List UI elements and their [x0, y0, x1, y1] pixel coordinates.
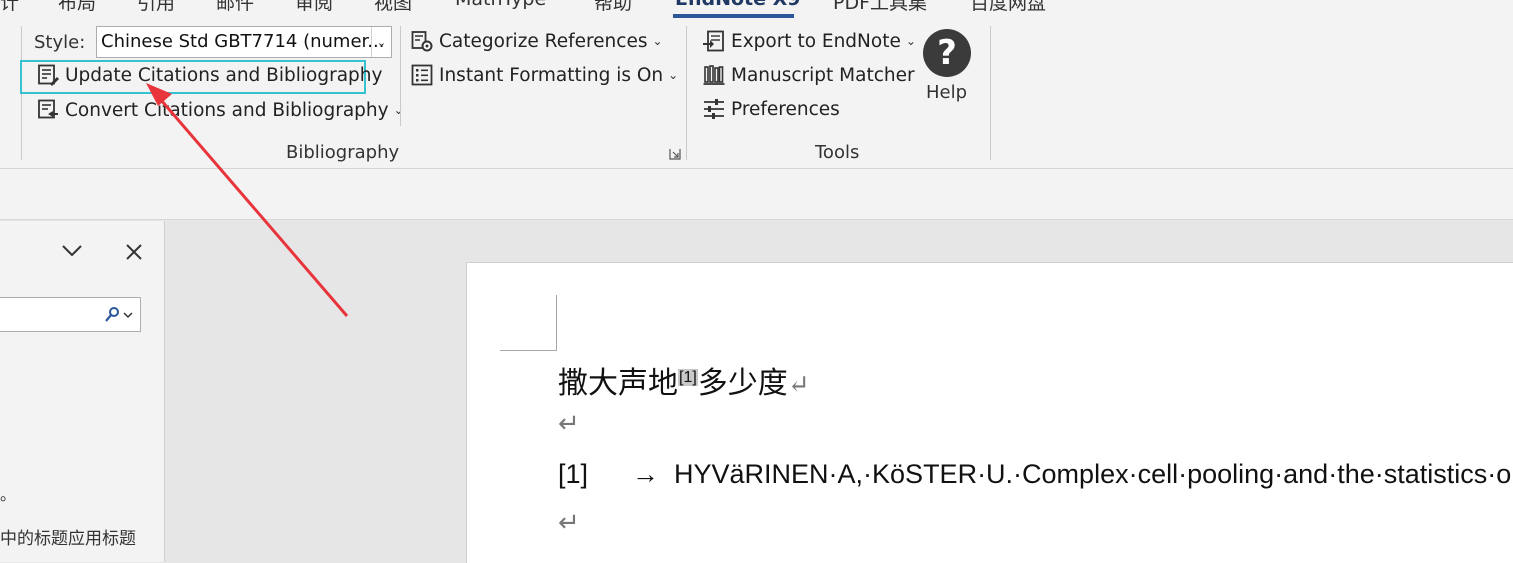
chevron-down-icon[interactable]: ⌄	[371, 27, 391, 57]
navigation-pane: 。 中的标题应用标题	[0, 221, 165, 562]
update-citations-label: Update Citations and Bibliography	[65, 64, 383, 86]
citation-field[interactable]: [1]	[678, 369, 698, 386]
paragraph-mark: ↵	[787, 370, 810, 400]
active-tab-indicator	[673, 14, 794, 18]
categorize-references-label: Categorize References	[439, 30, 648, 52]
categorize-references-button[interactable]: Categorize References ⌄	[411, 30, 663, 52]
export-to-endnote-label: Export to EndNote	[731, 30, 901, 52]
search-icon[interactable]	[103, 306, 133, 324]
chevron-down-icon: ⌄	[905, 34, 916, 48]
tab-baidu-netdisk[interactable]: 百度网盘	[970, 0, 1046, 15]
style-value: Chinese Std GBT7714 (numer...	[101, 31, 385, 52]
tab-arrow-mark: →	[632, 459, 659, 489]
reference-text: HYVäRINEN·A,·KöSTER·U.·Complex·cell·pool…	[674, 459, 1512, 489]
dialog-launcher-icon[interactable]	[669, 148, 681, 160]
chevron-down-icon: ⌄	[668, 68, 679, 82]
instant-formatting-button[interactable]: Instant Formatting is On ⌄	[411, 64, 678, 86]
convert-citations-label: Convert Citations and Bibliography	[65, 99, 389, 121]
ribbon-collapsed-area	[0, 169, 1513, 220]
document-paragraph[interactable]: 撒大声地[1]多少度↵	[558, 358, 810, 402]
export-icon	[703, 30, 724, 52]
reference-number: [1]	[558, 459, 589, 489]
paragraph-mark: ↵	[558, 409, 580, 439]
margin-corner-mark	[500, 350, 557, 351]
nav-pane-hint-text: 中的标题应用标题	[0, 529, 136, 549]
tab-review[interactable]: 审阅	[295, 0, 333, 15]
manuscript-matcher-button[interactable]: Manuscript Matcher	[703, 64, 915, 86]
tab-mailings[interactable]: 邮件	[216, 0, 254, 15]
categorize-references-icon	[411, 31, 433, 52]
convert-citations-icon	[38, 99, 58, 119]
nav-pane-text: 。	[0, 485, 17, 504]
export-to-endnote-button[interactable]: Export to EndNote ⌄	[703, 30, 916, 52]
tab-design[interactable]: 计	[0, 0, 19, 15]
tab-references[interactable]: 引用	[137, 0, 175, 15]
paragraph-text: 撒大声地	[558, 366, 678, 401]
search-input[interactable]	[0, 297, 141, 332]
tab-pdf-tools[interactable]: PDF工具集	[833, 0, 927, 15]
paragraph-mark: ↵	[558, 508, 580, 538]
chevron-down-icon[interactable]	[60, 241, 84, 261]
tab-view[interactable]: 视图	[374, 0, 412, 15]
tab-help[interactable]: 帮助	[594, 0, 632, 15]
group-separator	[990, 26, 991, 160]
paragraph-text: 多少度	[697, 366, 788, 401]
tools-group-label: Tools	[815, 142, 860, 163]
document-page[interactable]: 撒大声地[1]多少度↵ ↵ [1] → HYVäRINEN·A,·KöSTER·U.…	[466, 262, 1513, 563]
preferences-button[interactable]: Preferences	[703, 98, 840, 120]
instant-formatting-label: Instant Formatting is On	[439, 64, 664, 86]
chevron-down-icon: ⌄	[652, 34, 663, 48]
help-button-label[interactable]: Help	[926, 82, 967, 103]
tab-mathtype[interactable]: MathType	[455, 0, 546, 10]
sliders-icon	[704, 99, 724, 119]
group-separator	[400, 26, 401, 126]
convert-citations-button[interactable]: Convert Citations and Bibliography ⌄	[37, 99, 404, 121]
instant-formatting-icon	[411, 64, 433, 86]
books-icon	[703, 65, 725, 85]
group-separator	[686, 26, 687, 160]
update-citations-icon	[38, 64, 59, 86]
margin-corner-mark	[556, 295, 557, 351]
close-icon[interactable]	[123, 241, 145, 263]
style-dropdown[interactable]: Chinese Std GBT7714 (numer... ⌄	[96, 26, 392, 58]
help-icon[interactable]: ?	[923, 29, 971, 77]
manuscript-matcher-label: Manuscript Matcher	[731, 64, 915, 86]
tab-endnote[interactable]: EndNote X9	[675, 0, 801, 10]
preferences-label: Preferences	[731, 98, 840, 120]
bibliography-entry[interactable]: [1] → HYVäRINEN·A,·KöSTER·U.·Complex·cell·…	[558, 459, 1511, 490]
tab-layout[interactable]: 布局	[58, 0, 96, 15]
bibliography-group-label: Bibliography	[286, 142, 400, 163]
ribbon: Style: Chinese Std GBT7714 (numer... ⌄ U…	[0, 20, 1513, 169]
chevron-down-icon: ⌄	[393, 103, 404, 117]
update-citations-button[interactable]: Update Citations and Bibliography	[37, 64, 382, 86]
style-label: Style:	[34, 32, 86, 53]
ribbon-tab-strip: 计 布局 引用 邮件 审阅 视图 MathType 帮助 EndNote X9 …	[0, 0, 1513, 20]
